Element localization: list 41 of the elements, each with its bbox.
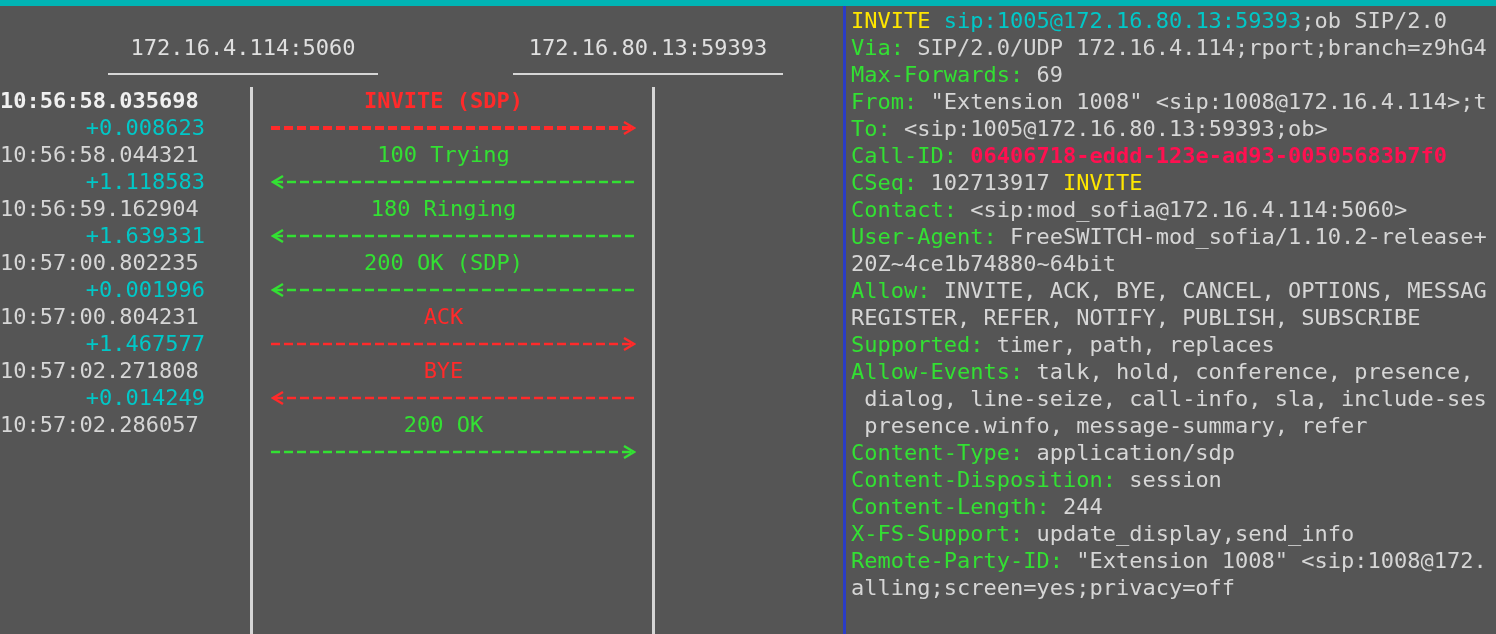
time-delta: +0.008623 <box>84 114 205 141</box>
sip-header-line: Contact: <sip:mod_sofia@172.16.4.114:5060> <box>851 196 1409 223</box>
message-label[interactable]: 200 OK (SDP) <box>364 250 523 275</box>
timestamp: 10:56:58.035698 <box>0 87 200 114</box>
sip-header-line: Call-ID: 06406718-eddd-123e-ad93-00505683b7f0 <box>851 142 1449 169</box>
timestamp: 10:57:02.271808 <box>0 357 200 384</box>
sip-header-line: From: "Extension 1008" <sip:1008@172.16.4.114>;t <box>851 88 1488 115</box>
sip-header-line: CSeq: 102713917 INVITE <box>851 169 1144 196</box>
sip-header-line: dialog, line-seize, call-info, sla, include-ses <box>863 385 1488 412</box>
sip-header-line: presence.winfo, message-summary, refer <box>863 412 1369 439</box>
sip-header-line: X-FS-Support: update_display,send_info <box>851 520 1356 547</box>
sip-header-line: INVITE sip:1005@172.16.80.13:59393;ob SIP/2.0 <box>851 7 1449 34</box>
host-label: 172.16.80.13:59393 <box>527 35 769 60</box>
time-delta: +1.639331 <box>84 222 205 249</box>
sip-header-line: Content-Length: 244 <box>851 493 1104 520</box>
timestamp: 10:57:00.804231 <box>0 303 200 330</box>
time-delta: +0.001996 <box>84 276 205 303</box>
time-delta: +1.118583 <box>84 168 205 195</box>
time-delta: +0.014249 <box>84 384 205 411</box>
timestamp: 10:57:02.286057 <box>0 411 200 438</box>
sip-header-line: Supported: timer, path, replaces <box>851 331 1276 358</box>
sip-header-line: Allow: INVITE, ACK, BYE, CANCEL, OPTIONS, MESSAG <box>851 277 1488 304</box>
sip-header-line: Allow-Events: talk, hold, conference, presence, <box>851 358 1475 385</box>
sip-header-line: Content-Type: application/sdp <box>851 439 1237 466</box>
sip-header-line: To: <sip:1005@172.16.80.13:59393;ob> <box>851 115 1329 142</box>
message-label[interactable]: 200 OK <box>403 412 484 437</box>
host-label: 172.16.4.114:5060 <box>129 35 357 60</box>
time-delta: +1.467577 <box>84 330 205 357</box>
sip-header-line: Max-Forwards: 69 <box>851 61 1064 88</box>
sip-header-line: REGISTER, REFER, NOTIFY, PUBLISH, SUBSCRIBE <box>851 304 1422 331</box>
sip-header-line: 20Z~4ce1b74880~64bit <box>851 250 1117 277</box>
message-label[interactable]: 100 Trying <box>377 142 510 167</box>
timestamp: 10:56:58.044321 <box>0 141 200 168</box>
sip-header-line: Via: SIP/2.0/UDP 172.16.4.114;rport;branch=z9hG4 <box>851 34 1488 61</box>
timestamp: 10:57:00.802235 <box>0 249 200 276</box>
sip-header-line: User-Agent: FreeSWITCH-mod_sofia/1.10.2-release+ <box>851 223 1488 250</box>
sip-header-line: Remote-Party-ID: "Extension 1008" <sip:1008@172. <box>851 547 1488 574</box>
timestamp: 10:56:59.162904 <box>0 195 200 222</box>
sip-header-line: Content-Disposition: session <box>851 466 1223 493</box>
sip-header-line: alling;screen=yes;privacy=off <box>851 574 1237 601</box>
message-label[interactable]: 180 Ringing <box>370 196 517 221</box>
